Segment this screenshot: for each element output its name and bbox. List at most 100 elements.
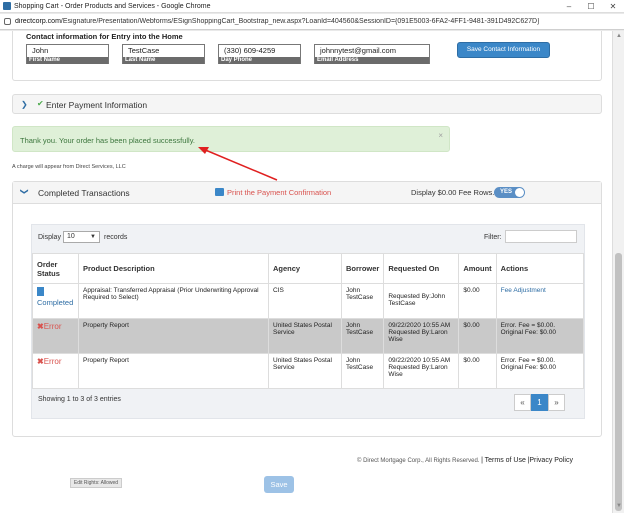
page-1-button[interactable]: 1 [531,394,548,411]
first-name-field[interactable]: John First Name [26,44,109,64]
scroll-down-icon[interactable]: ▼ [615,503,623,511]
page-scrollbar[interactable]: ▲ ▼ [612,31,624,513]
column-header[interactable]: Borrower [340,253,385,284]
column-header[interactable]: Order Status [32,253,79,284]
payment-panel-title[interactable]: Enter Payment Information [46,100,147,110]
requested-on: 09/22/2020 10:55 AM [388,357,451,364]
url-path: /Esignature/Presentation/Webforms/ESignS… [60,18,540,25]
fee-rows-label: Display $0.00 Fee Rows. [411,188,495,197]
save-button[interactable]: Save [264,476,294,493]
status-text: Error [43,322,62,331]
contact-title: Contact information for Entry into the H… [26,32,183,41]
window-titlebar: Shopping Cart - Order Products and Servi… [0,0,624,13]
minimize-icon[interactable]: – [558,2,580,11]
actions-cell: Fee Adjustment [495,283,585,319]
product-cell: Property Report [78,318,269,354]
error-x-icon: ✖ [37,322,44,331]
transactions-panel: ❯ Completed Transactions Print the Payme… [12,181,602,437]
column-header[interactable]: Actions [495,253,585,284]
url-text[interactable]: directcorp.com/Esignature/Presentation/W… [15,18,539,25]
payment-panel[interactable]: ❯ ✔ Enter Payment Information [12,94,602,114]
last-name-field[interactable]: TestCase Last Name [122,44,205,64]
status-cell: ✖Error [32,318,79,354]
filter-input[interactable] [505,230,577,243]
day-phone-field[interactable]: (330) 609-4259 Day Phone [218,44,301,64]
table-row[interactable]: ✖Error Property Report United States Pos… [32,318,585,354]
chevron-right-icon[interactable]: ❯ [21,100,28,109]
save-contact-button[interactable]: Save Contact Information [457,42,550,58]
day-phone-value[interactable]: (330) 609-4259 [219,45,300,57]
next-page-button[interactable]: » [548,394,565,411]
status-cell: ✖Error [32,353,79,389]
alert-close-icon[interactable]: × [438,131,443,140]
amount-cell: $0.00 [458,318,497,354]
email-label: Email Address [315,57,429,64]
column-header[interactable]: Agency [268,253,342,284]
last-name-label: Last Name [123,57,204,64]
url-host: directcorp.com [15,18,61,25]
pagination: « 1 » [514,394,565,411]
toggle-knob[interactable] [515,188,524,197]
success-message: Thank you. Your order has been placed su… [20,136,195,145]
email-value[interactable]: johnnytest@gmail.com [315,45,429,57]
close-window-icon[interactable]: ✕ [602,2,624,11]
scroll-up-icon[interactable]: ▲ [615,33,623,41]
toggle-label: YES [500,189,513,195]
requested-by: Requested By:Laron Wise [388,364,448,378]
requested-on: 09/22/2020 10:55 AM [388,322,451,329]
transactions-title[interactable]: Completed Transactions [38,188,130,198]
window-title: Shopping Cart - Order Products and Servi… [14,2,211,10]
column-header[interactable]: Requested On [383,253,460,284]
chevron-down-icon: ▼ [90,234,96,240]
previous-page-button[interactable]: « [514,394,531,411]
borrower-cell: John TestCase [340,283,385,319]
terms-of-use-link[interactable]: Terms of Use [485,457,526,464]
annotation-arrow-icon [198,147,278,181]
fee-rows-toggle[interactable]: YES [494,187,525,198]
transactions-table: Order Status Product Description Agency … [32,253,585,389]
page-size-value: 10 [67,233,75,240]
requested-by: Requested By:John TestCase [388,293,446,307]
edit-rights-badge: Edit Rights: Allowed [70,478,122,488]
records-label: records [104,234,128,241]
requested-by: Requested By:Laron Wise [388,329,448,343]
requested-cell: 09/22/2020 10:55 AM Requested By:Laron Wi… [383,353,460,389]
fee-adjustment-link[interactable]: Fee Adjustment [501,287,546,294]
column-header[interactable]: Amount [458,253,497,284]
agency-cell: United States Postal Service [268,318,342,354]
actions-cell: Error. Fee = $0.00. Original Fee: $0.00 [495,353,585,389]
filter-label: Filter: [484,234,502,241]
maximize-icon[interactable]: ☐ [580,2,602,11]
page-size-select[interactable]: 10 ▼ [63,231,100,243]
status-text: Completed [37,298,74,307]
table-info: Showing 1 to 3 of 3 entries [38,396,121,403]
address-bar[interactable]: directcorp.com/Esignature/Presentation/W… [0,14,624,30]
transactions-header[interactable]: ❯ Completed Transactions Print the Payme… [13,182,601,204]
borrower-cell: John TestCase [340,318,385,354]
chevron-down-icon[interactable]: ❯ [20,188,29,195]
privacy-policy-link[interactable]: Privacy Policy [529,457,573,464]
status-text: Error [43,357,62,366]
error-x-icon: ✖ [37,357,44,366]
printer-icon[interactable] [215,188,224,196]
charge-note: A charge will appear from Direct Service… [12,164,126,170]
column-header[interactable]: Product Description [78,253,269,284]
table-row[interactable]: Completed Appraisal: Transferred Apprais… [32,283,585,319]
email-field[interactable]: johnnytest@gmail.com Email Address [314,44,430,64]
first-name-value[interactable]: John [27,45,108,57]
status-cell: Completed [32,283,79,319]
requested-cell: 09/22/2020 10:55 AM Requested By:Laron Wi… [383,318,460,354]
last-name-value[interactable]: TestCase [123,45,204,57]
table-row[interactable]: ✖Error Property Report United States Pos… [32,353,585,389]
actions-cell: Error. Fee = $0.00. Original Fee: $0.00 [495,318,585,354]
agency-cell: United States Postal Service [268,353,342,389]
day-phone-label: Day Phone [219,57,300,64]
table-header-row: Order Status Product Description Agency … [32,253,585,284]
amount-cell: $0.00 [458,283,497,319]
scrollbar-thumb[interactable] [615,253,622,511]
document-icon [37,287,44,296]
first-name-label: First Name [27,57,108,64]
print-confirmation-link[interactable]: Print the Payment Confirmation [227,188,331,197]
contact-panel: Contact information for Entry into the H… [12,31,602,81]
lock-icon[interactable] [4,18,11,25]
